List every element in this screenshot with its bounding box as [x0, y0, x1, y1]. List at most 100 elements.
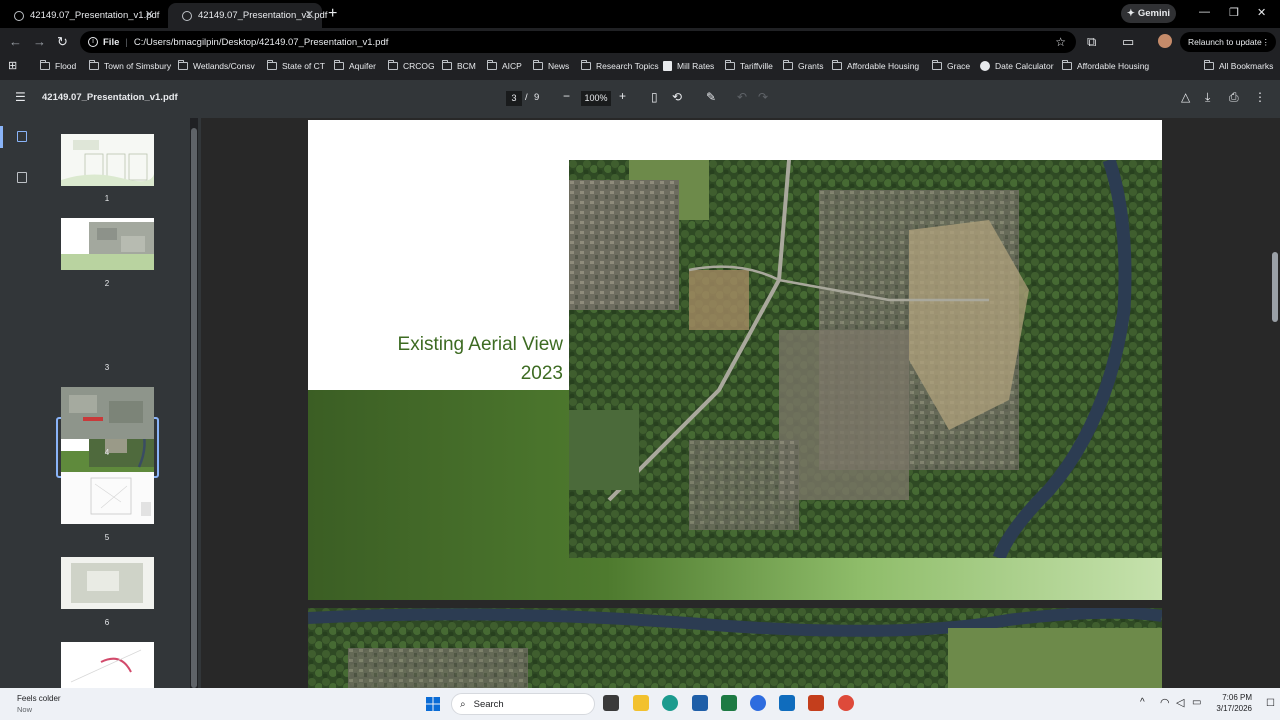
bookmark-item[interactable]: Town of Simsbury: [89, 60, 171, 71]
more-vert-icon[interactable]: ⋮: [1254, 90, 1266, 104]
pdf-filename: 42149.07_Presentation_v1.pdf: [42, 92, 178, 103]
bookmark-item[interactable]: Affordable Housing: [832, 60, 919, 71]
page-thumbnail-4[interactable]: [61, 387, 154, 439]
folder-icon: [581, 60, 591, 70]
bookmark-item[interactable]: Research Topics: [581, 60, 659, 71]
outlook-icon[interactable]: [779, 695, 795, 711]
page-number-input[interactable]: 3: [506, 91, 522, 106]
page-thumbnail-6[interactable]: [61, 557, 154, 609]
bookmark-item[interactable]: News: [533, 60, 569, 71]
page-icon: [663, 61, 672, 71]
new-tab-button[interactable]: +: [328, 5, 337, 23]
bookmark-item[interactable]: Wetlands/Consv: [178, 60, 255, 71]
fit-page-icon[interactable]: ▯: [651, 90, 658, 104]
total-pages: 9: [534, 92, 540, 103]
undo-icon[interactable]: ↶: [737, 90, 747, 104]
relaunch-button[interactable]: Relaunch to update ⋮: [1180, 32, 1276, 52]
zoom-input[interactable]: 100%: [581, 91, 611, 106]
weather-text[interactable]: Feels colder: [17, 694, 61, 703]
info-icon[interactable]: i: [88, 37, 98, 47]
gemini-button[interactable]: ✦ Gemini: [1121, 4, 1176, 23]
sidebar-scroll-thumb[interactable]: [191, 128, 197, 688]
bookmark-item[interactable]: Date Calculator: [980, 61, 1054, 71]
pdf-toolbar: ☰ 42149.07_Presentation_v1.pdf 3 / 9 − 1…: [0, 80, 1280, 118]
reload-button[interactable]: ↻: [57, 34, 68, 50]
minimize-button[interactable]: —: [1199, 6, 1210, 18]
viewer-scrollbar[interactable]: [1271, 118, 1280, 688]
thumbnail-image: [61, 642, 154, 688]
bookmark-item[interactable]: State of CT: [267, 60, 325, 71]
cast-icon[interactable]: ▭: [1122, 34, 1134, 50]
viewer-scroll-thumb[interactable]: [1272, 252, 1278, 322]
wifi-icon[interactable]: ◠: [1160, 696, 1170, 709]
excel-icon[interactable]: [721, 695, 737, 711]
download-icon[interactable]: ⤓: [1205, 90, 1210, 105]
windows-start-icon[interactable]: [426, 697, 440, 711]
slide-title: Existing Aerial View 2023: [397, 334, 563, 384]
close-icon[interactable]: ✕: [305, 8, 314, 21]
rotate-icon[interactable]: ⟲: [672, 90, 682, 104]
zoom-icon[interactable]: [750, 695, 766, 711]
chrome-icon[interactable]: [838, 695, 854, 711]
back-button[interactable]: ←: [9, 34, 22, 49]
apps-grid-icon[interactable]: ⊞: [8, 59, 17, 72]
file-explorer-icon[interactable]: [633, 695, 649, 711]
restore-button[interactable]: ❐: [1229, 6, 1239, 19]
notification-icon[interactable]: ☐: [1266, 698, 1275, 709]
chevron-up-icon[interactable]: ^: [1140, 697, 1145, 708]
thumbnails-view-icon[interactable]: [17, 131, 27, 142]
bookmark-star-icon[interactable]: ☆: [1055, 35, 1066, 49]
print-icon[interactable]: ⎙: [1229, 90, 1239, 105]
thumbnail-image: [61, 557, 154, 609]
battery-icon[interactable]: ▭: [1192, 697, 1201, 708]
bookmark-item[interactable]: Grace: [932, 60, 970, 71]
tab-presentation-active[interactable]: 42149.07_Presentation_v1.pdf ✕: [168, 3, 327, 28]
thumbnail-image: [61, 387, 154, 439]
close-icon[interactable]: ✕: [145, 8, 154, 21]
store-icon[interactable]: [692, 695, 708, 711]
weather-subtext: Now: [17, 705, 33, 714]
bookmark-item[interactable]: Aquifer: [334, 60, 376, 71]
tab-presentation-inactive[interactable]: 42149.07_Presentation_v1.pdf ✕: [0, 3, 162, 28]
forward-button[interactable]: →: [33, 34, 46, 49]
folder-icon: [334, 60, 344, 70]
clock-time[interactable]: 7:06 PM: [1214, 693, 1252, 702]
taskbar-search[interactable]: ⌕ Search: [451, 693, 595, 715]
folder-icon: [40, 60, 50, 70]
thumbnail-label: 6: [104, 618, 110, 627]
page-thumbnail-2[interactable]: [61, 218, 154, 270]
bookmark-item[interactable]: CRCOG: [388, 60, 435, 71]
edge-icon[interactable]: [662, 695, 678, 711]
bookmark-item[interactable]: Tariffville: [725, 60, 773, 71]
volume-icon[interactable]: ◁: [1176, 696, 1184, 709]
menu-icon[interactable]: ☰: [15, 90, 26, 104]
redo-icon[interactable]: ↷: [758, 90, 768, 104]
zoom-out-button[interactable]: −: [563, 89, 570, 103]
all-bookmarks-button[interactable]: All Bookmarks: [1204, 60, 1273, 71]
task-view-icon[interactable]: [603, 695, 619, 711]
page-thumbnail-5[interactable]: [61, 472, 154, 524]
bookmark-item[interactable]: Mill Rates: [663, 61, 714, 71]
bookmark-item[interactable]: Grants: [783, 60, 824, 71]
avatar[interactable]: [1158, 34, 1172, 48]
drive-icon[interactable]: △: [1181, 90, 1190, 104]
more-vert-icon[interactable]: ⋮: [1262, 37, 1271, 48]
globe-icon: [14, 10, 24, 21]
folder-icon: [89, 60, 99, 70]
bookmark-item[interactable]: BCM: [442, 60, 476, 71]
zoom-in-button[interactable]: +: [619, 89, 626, 103]
bookmark-item[interactable]: Flood: [40, 60, 76, 71]
bookmark-item[interactable]: AICP: [487, 60, 522, 71]
pdf-viewer[interactable]: Existing Aerial View 2023: [201, 118, 1280, 688]
address-bar[interactable]: i File | C:/Users/bmacgilpin/Desktop/421…: [80, 31, 1076, 53]
page-thumbnail-7[interactable]: [61, 642, 154, 688]
powerpoint-icon[interactable]: [808, 695, 824, 711]
thumbnail-image: [61, 472, 154, 524]
extensions-icon[interactable]: ⧉: [1087, 34, 1096, 50]
close-window-button[interactable]: ✕: [1257, 6, 1266, 19]
bookmark-item[interactable]: Affordable Housing: [1062, 60, 1149, 71]
page-thumbnail-1[interactable]: [61, 134, 154, 186]
annotate-icon[interactable]: ✎: [706, 90, 716, 104]
aerial-photo: [569, 160, 1162, 558]
outline-view-icon[interactable]: [17, 172, 27, 183]
